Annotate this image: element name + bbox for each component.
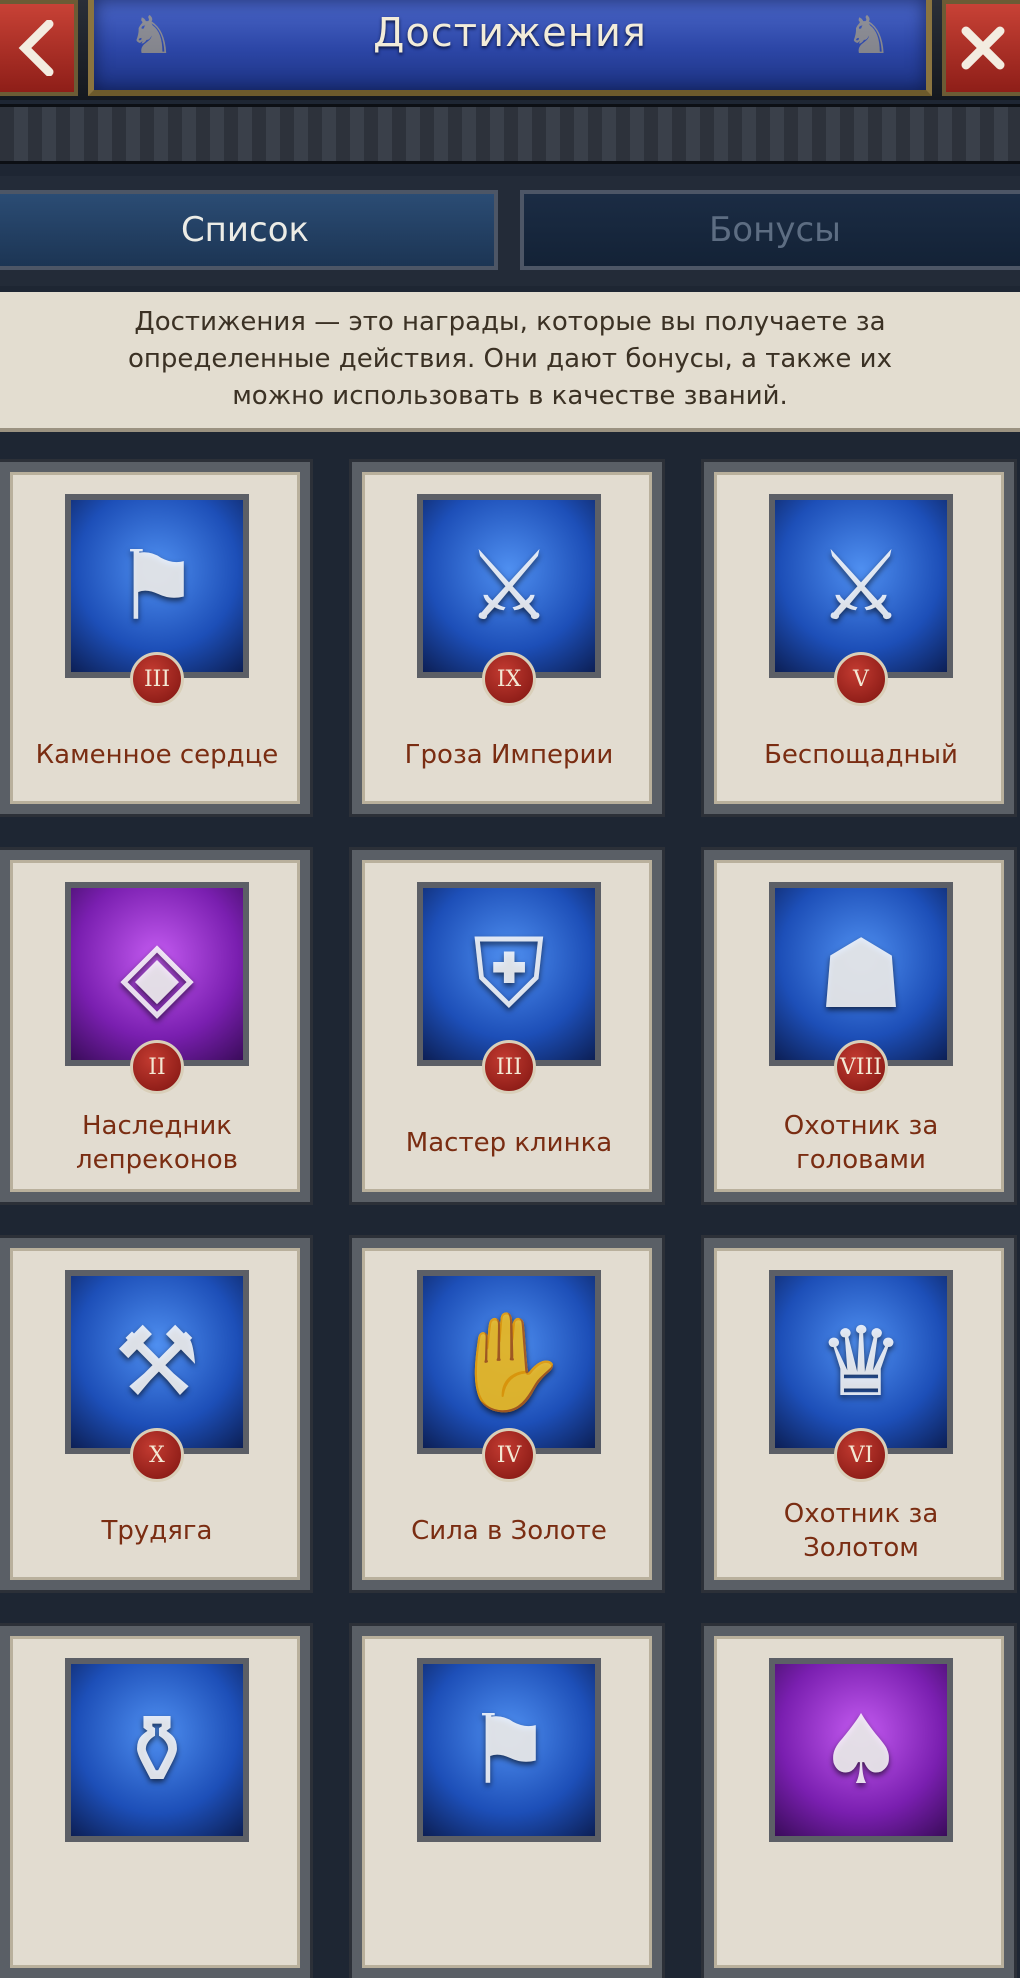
achievement-name: Охотник за головами	[783, 1111, 939, 1175]
tab-bonuses[interactable]: Бонусы	[520, 190, 1020, 270]
achievement-icon-frame: ⛨	[417, 882, 601, 1066]
coin-sack-icon: ⚱	[116, 1694, 198, 1806]
achievement-name: Наследник лепреконов	[76, 1111, 238, 1175]
rank-badge: II	[130, 1040, 184, 1094]
achievement-card[interactable]: ☗ VIII Охотник за головами	[704, 850, 1014, 1202]
achievement-card[interactable]: ◈ II Наследник лепреконов	[0, 850, 310, 1202]
description-text: Достижения — это награды, которые вы пол…	[0, 292, 1020, 432]
achievement-card[interactable]: ⚔ V Беспощадный	[704, 462, 1014, 814]
tab-bar: Список Бонусы	[0, 176, 1020, 286]
rank-badge: IV	[482, 1428, 536, 1482]
banner-sword-icon: ⚑	[465, 1694, 553, 1806]
rank-badge: IX	[482, 652, 536, 706]
close-icon	[958, 23, 1008, 73]
achievement-icon-frame: ✋	[417, 1270, 601, 1454]
helmet-sword-icon: ⚔	[817, 530, 905, 642]
hand-coins-icon: ✋	[449, 1305, 569, 1418]
achievement-card[interactable]: ⚑	[352, 1626, 662, 1978]
achievement-name: Беспощадный	[764, 740, 958, 770]
title-banner: ♞ ♞ Достижения	[88, 0, 932, 96]
tab-list[interactable]: Список	[0, 190, 498, 270]
hooded-assassin-icon: ☗	[817, 918, 905, 1030]
shovel-pickaxe-icon: ⚒	[113, 1306, 201, 1418]
achievement-name: Сила в Золоте	[411, 1516, 607, 1546]
rank-badge: III	[482, 1040, 536, 1094]
achievement-card[interactable]: ⛨ III Мастер клинка	[352, 850, 662, 1202]
achievement-icon-frame: ⚒	[65, 1270, 249, 1454]
achievement-name: Трудяга	[101, 1516, 213, 1546]
achievement-icon-frame: ⚱	[65, 1658, 249, 1842]
achievement-name: Каменное сердце	[35, 740, 279, 770]
achievement-icon-frame: ⚔	[417, 494, 601, 678]
achievement-icon-frame: ⚑	[65, 494, 249, 678]
rank-badge: VIII	[834, 1040, 888, 1094]
rainbow-shield-icon: ◈	[120, 918, 194, 1030]
achievement-icon-frame: ⚑	[417, 1658, 601, 1842]
page-title: Достижения	[373, 10, 647, 56]
rank-badge: III	[130, 652, 184, 706]
helmet-axe-icon: ⚔	[465, 530, 553, 642]
chevron-left-icon	[15, 20, 59, 76]
achievement-card[interactable]: ⚑ III Каменное сердце	[0, 462, 310, 814]
rank-badge: X	[130, 1428, 184, 1482]
achievement-card[interactable]: ⚒ X Трудяга	[0, 1238, 310, 1590]
achievement-icon-frame: ♠	[769, 1658, 953, 1842]
achievement-icon-frame: ⚔	[769, 494, 953, 678]
achievement-name: Мастер клинка	[405, 1128, 613, 1158]
achievement-icon-frame: ☗	[769, 882, 953, 1066]
achievement-card[interactable]: ♠	[704, 1626, 1014, 1978]
achievement-name: Охотник за Золотом	[783, 1499, 939, 1563]
rank-badge: V	[834, 652, 888, 706]
feathered-hat-icon: ♠	[817, 1694, 905, 1806]
header-bar: ♞ ♞ Достижения	[0, 0, 1020, 100]
achievement-card[interactable]: ✋ IV Сила в Золоте	[352, 1238, 662, 1590]
achievement-card[interactable]: ⚱	[0, 1626, 310, 1978]
close-button[interactable]	[942, 0, 1020, 96]
achievement-card[interactable]: ♛ VI Охотник за Золотом	[704, 1238, 1014, 1590]
back-button[interactable]	[0, 0, 78, 96]
achievement-name: Гроза Империи	[404, 740, 614, 770]
sword-shield-icon: ⛨	[473, 917, 545, 1029]
rank-badge: VI	[834, 1428, 888, 1482]
achievement-icon-frame: ♛	[769, 1270, 953, 1454]
decorative-trim	[0, 104, 1020, 164]
treasure-chest-icon: ♛	[817, 1306, 905, 1418]
achievement-icon-frame: ◈	[65, 882, 249, 1066]
helmet-banner-icon: ⚑	[113, 530, 201, 642]
achievement-card[interactable]: ⚔ IX Гроза Империи	[352, 462, 662, 814]
